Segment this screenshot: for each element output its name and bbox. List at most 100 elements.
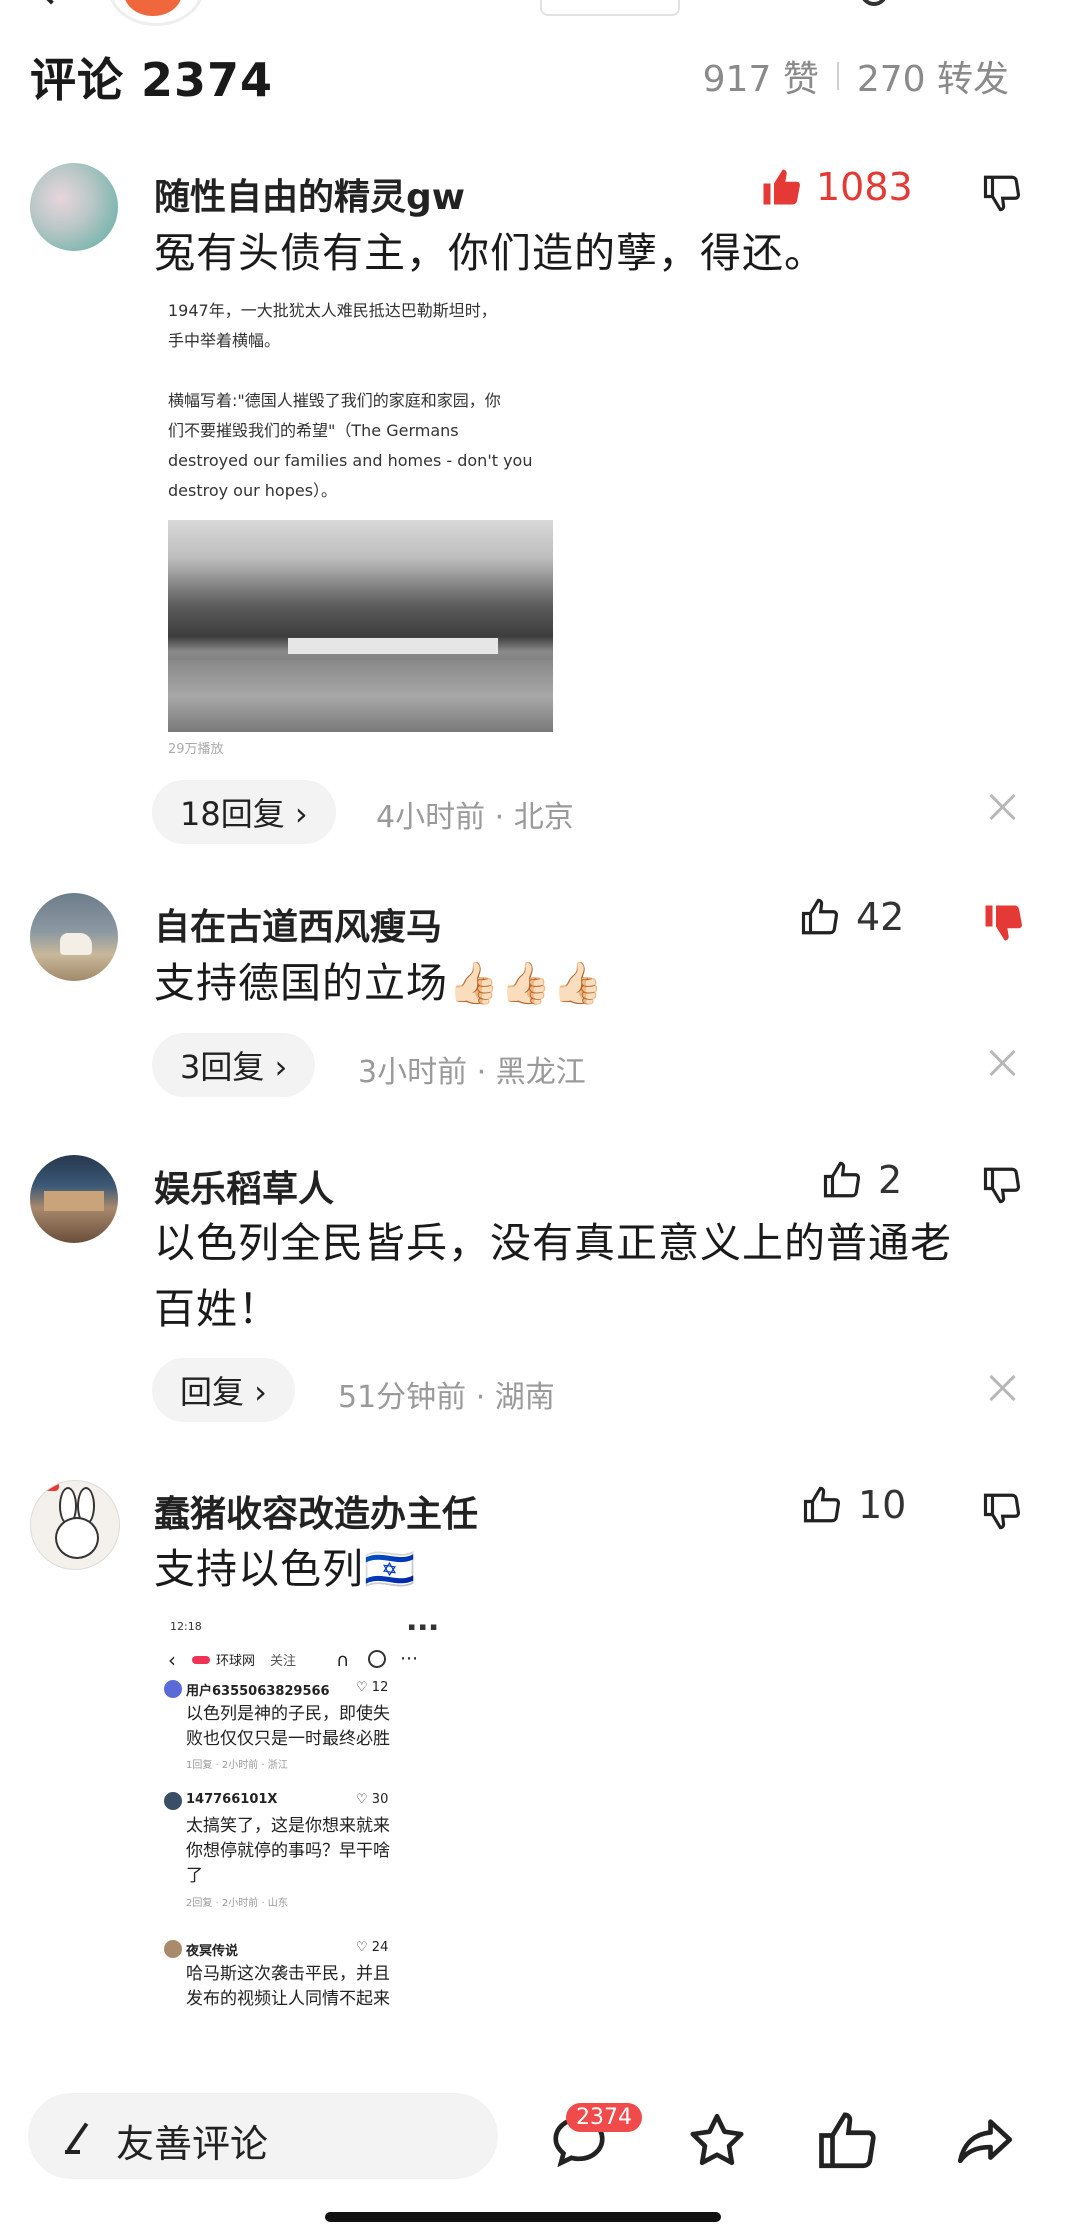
follow-button[interactable] [540,0,680,16]
avatar[interactable] [30,893,118,981]
thumbs-down-filled-icon[interactable] [982,902,1024,944]
comment-image[interactable]: 1947年，一大批犹太人难民抵达巴勒斯坦时， 手中举着横幅。横幅写着:"德国人摧毁… [160,292,560,757]
image-caption-line: destroyed our families and homes - don't… [168,451,533,470]
thumbs-down-icon[interactable] [982,172,1024,214]
pen-icon [65,2122,89,2154]
comment-text: 支持以色列🇮🇱 [154,1545,417,1593]
mini-text: 以色列是神的子民，即使失 败也仅仅只是一时最终必胜 [186,1702,390,1752]
like-count: 42 [856,895,905,939]
mini-text-line: 发布的视频让人同情不起来 [186,1989,390,2009]
comment-count-badge: 2374 [566,2103,642,2132]
comment-image[interactable]: 12:18 ▪ ▪ ▪ ‹ 环球网 关注 ∩ ⋯ 用户6355063829566… [160,1612,456,2072]
rabbit-head [55,1517,99,1559]
comment-meta: 51分钟前 · 湖南 [338,1380,555,1415]
mini-like-count: 24 [371,1940,389,1955]
image-caption: 1947年，一大批犹太人难民抵达巴勒斯坦时， 手中举着横幅。横幅写着:"德国人摧毁… [168,296,532,506]
comment-username[interactable]: 自在古道西风瘦马 [154,898,442,950]
thumbs-up-icon [803,1486,841,1523]
comments-title: 评论 2374 [30,53,274,107]
comment-text: 以色列全民皆兵，没有真正意义上的普通老 百姓！ [154,1210,952,1342]
thumbs-down-icon[interactable] [982,1490,1024,1532]
thumbs-up-icon [801,898,839,935]
mini-avatar [164,1792,182,1810]
reply-button[interactable]: 回复 › [152,1358,295,1422]
comment-username[interactable]: 随性自由的精灵gw [154,168,465,220]
mini-avatar [164,1680,182,1698]
mini-text-line: 你想停就停的事吗？早干啥 [186,1841,390,1861]
like-count: 2 [878,1158,903,1202]
like-button[interactable]: 1083 [760,165,913,209]
thumbs-up-filled-icon [763,169,800,205]
image-caption-line [168,356,532,386]
comment-input[interactable]: 友善评论 [28,2093,498,2179]
mini-text: 哈马斯这次袭击平民，并且 发布的视频让人同情不起来 [186,1962,390,2012]
comment-meta: 4小时前 · 北京 [376,800,574,835]
source-logo-icon [192,1656,210,1664]
mini-text-line: 以色列是神的子民，即使失 [186,1704,390,1724]
reply-button[interactable]: 18回复 › [152,780,336,844]
thumbs-up-icon[interactable] [816,2108,882,2174]
home-indicator[interactable] [325,2212,721,2222]
mini-avatar [164,1940,182,1958]
headphones-icon: ∩ [336,1650,350,1671]
back-icon: ‹ [168,1648,176,1672]
close-icon[interactable] [988,792,1016,820]
mini-text: 太搞笑了，这是你想来就来 你想停就停的事吗？早干啥 了 [186,1814,390,1889]
signal-icons: ▪ ▪ ▪ [408,1620,438,1633]
like-count: 1083 [816,165,913,209]
image-caption-line: destroy our hopes）。 [168,481,338,500]
mini-text-line: 太搞笑了，这是你想来就来 [186,1816,390,1836]
refugee-ship-photo [168,520,553,732]
image-caption-line: 横幅写着:"德国人摧毁了我们的家庭和家园，你 [168,391,501,410]
mini-text-line: 了 [186,1866,203,1886]
like-button[interactable]: 42 [800,895,904,939]
shares-count[interactable]: 270 转发 [857,50,1009,102]
post-stats: 917 赞 270 转发 [703,50,1009,102]
mini-like: ♡ 30 [356,1792,389,1807]
source-name: 环球网 [216,1654,256,1669]
comment-username[interactable]: 蠢猪收容改造办主任 [154,1485,478,1537]
comment-text: 冤有头债有主，你们造的孽，得还。 [154,229,826,277]
close-icon[interactable] [988,1048,1016,1076]
comment-text-line: 以色列全民皆兵，没有真正意义上的普通老 [154,1219,952,1267]
avatar[interactable] [30,1155,118,1243]
comment-meta: 3小时前 · 黑龙江 [358,1055,586,1090]
view-count: 29万播放 [168,742,224,757]
mini-meta: 2回复 · 2小时前 · 山东 [186,1898,288,1909]
mini-like: ♡ 12 [356,1680,389,1695]
search-icon[interactable] [860,0,888,6]
follow-label: 关注 [270,1654,297,1669]
star-icon[interactable] [684,2108,750,2174]
comment-username[interactable]: 娱乐稻草人 [154,1160,334,1212]
image-caption-line: 手中举着横幅。 [168,331,281,350]
reply-button[interactable]: 3回复 › [152,1033,316,1097]
mini-like: ♡ 24 [356,1940,389,1955]
thumbs-down-icon[interactable] [982,1164,1024,1206]
ship-hull [168,660,553,732]
share-icon[interactable] [952,2108,1018,2174]
mini-username: 用户6355063829566 [186,1684,330,1699]
comment-text: 支持德国的立场👍🏻👍🏻👍🏻 [154,959,605,1007]
more-icon: ⋯ [400,1648,418,1669]
image-caption-line: 1947年，一大批犹太人难民抵达巴勒斯坦时， [168,301,497,320]
like-button[interactable]: 2 [822,1158,902,1202]
horse-figure [60,933,92,955]
like-button[interactable]: 10 [802,1483,906,1527]
mini-text-line: 败也仅仅只是一时最终必胜 [186,1729,390,1749]
building-figure [44,1191,104,1211]
comment-text-line: 百姓！ [154,1285,280,1333]
avatar[interactable] [30,163,118,251]
mini-like-count: 30 [371,1792,389,1807]
comment-input-placeholder: 友善评论 [116,2122,269,2166]
avatar[interactable] [30,1480,120,1570]
mini-username: 夜冥传说 [186,1944,239,1959]
close-icon[interactable] [988,1373,1016,1401]
top-navigation-bar [0,0,1065,40]
mini-text-line: 哈马斯这次袭击平民，并且 [186,1964,390,1984]
red-hat [43,1481,59,1491]
back-icon[interactable] [35,0,67,5]
likes-count[interactable]: 917 赞 [703,50,819,102]
like-count: 10 [858,1483,907,1527]
mini-meta: 1回复 · 2小时前 · 浙江 [186,1760,288,1771]
thumbs-up-icon [823,1161,861,1198]
